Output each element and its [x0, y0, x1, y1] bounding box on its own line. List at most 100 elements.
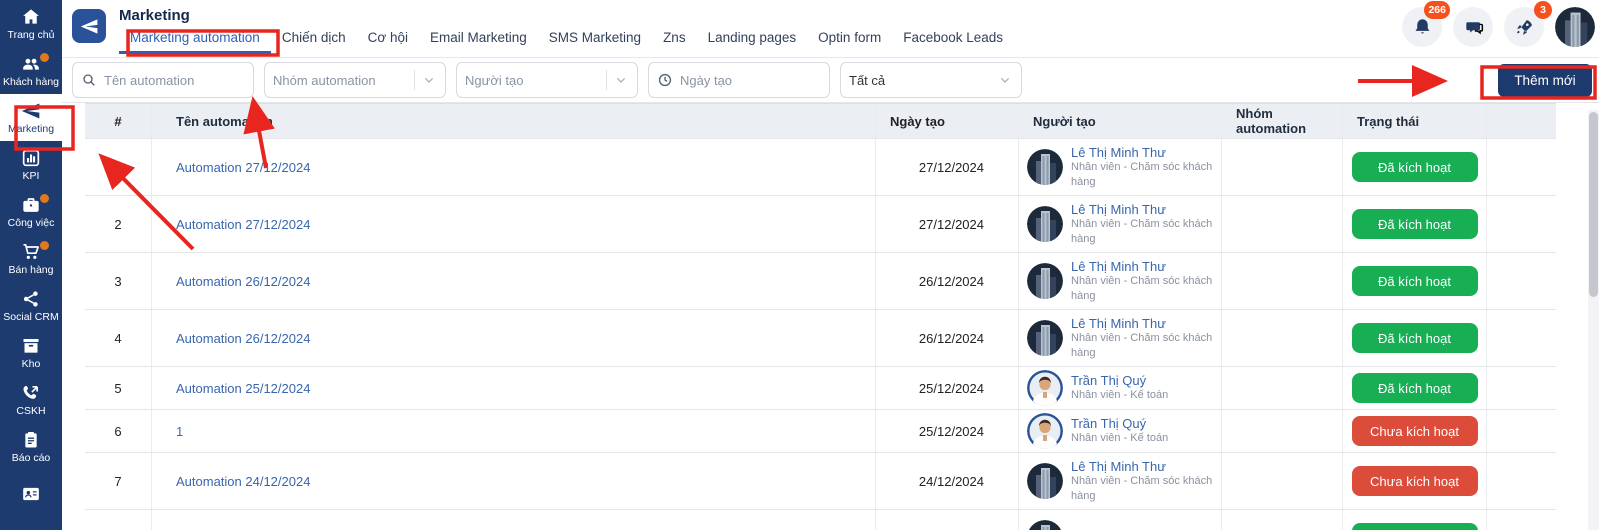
divider: [414, 70, 415, 90]
chat-icon: [1463, 17, 1484, 38]
sidebar-item-công-việc[interactable]: Công việc: [0, 188, 62, 235]
sidebar-item-kho[interactable]: Kho: [0, 329, 62, 376]
creator-name-link[interactable]: Trần Thị Quý: [1071, 373, 1168, 388]
divider: [606, 70, 607, 90]
automation-name-link[interactable]: Automation 26/12/2024: [176, 331, 310, 346]
user-avatar[interactable]: [1555, 7, 1595, 47]
created-date: 25/12/2024: [876, 367, 1019, 409]
sidebar-item-bán-hàng[interactable]: Bán hàng: [0, 235, 62, 282]
sidebar-item-marketing[interactable]: Marketing: [0, 94, 62, 141]
notification-dot: [40, 241, 49, 250]
automation-name-link[interactable]: 1: [176, 424, 183, 439]
creator-name-link[interactable]: Lê Thị Minh Thư: [1071, 316, 1216, 331]
id-card-icon: [21, 484, 41, 504]
creator-role: Nhân viên - Chăm sóc khách hàng: [1071, 474, 1216, 503]
row-number: 6: [85, 410, 152, 452]
badge-count: 266: [1424, 1, 1450, 19]
creator-avatar: [1027, 206, 1063, 242]
column-header: Trạng thái: [1343, 104, 1487, 138]
creator-name-link[interactable]: Lê Thị Minh Thư: [1071, 202, 1216, 217]
status-toggle-button[interactable]: Chưa kích hoạt: [1352, 466, 1478, 496]
dropdown-nhóm-automation[interactable]: Nhóm automation: [264, 62, 446, 98]
table-row: 3Automation 26/12/202426/12/2024Lê Thị M…: [85, 252, 1556, 309]
sidebar-item-label: Social CRM: [3, 312, 58, 323]
status-toggle-button[interactable]: Đã kích hoạt: [1352, 152, 1478, 182]
status-toggle-button[interactable]: Đã kích hoạt: [1352, 523, 1478, 530]
building-avatar: [1027, 206, 1063, 242]
creator-role: Nhân viên - Chăm sóc khách hàng: [1071, 217, 1216, 246]
sidebar-item-báo-cáo[interactable]: Báo cáo: [0, 423, 62, 470]
creator-avatar: [1027, 413, 1063, 449]
row-trailing-cell: [1487, 253, 1556, 309]
sidebar-item-more[interactable]: [0, 470, 62, 517]
creator-name-link[interactable]: Lê Thị Minh Thư: [1071, 459, 1216, 474]
creator-name-link[interactable]: Trần Thị Quý: [1071, 416, 1168, 431]
column-header: Người tạo: [1019, 104, 1222, 138]
column-header: Tên automation: [152, 104, 876, 138]
status-toggle-button[interactable]: Đã kích hoạt: [1352, 266, 1478, 296]
sidebar-item-trang-chủ[interactable]: Trang chủ: [0, 0, 62, 47]
created-date: [876, 510, 1019, 530]
status-toggle-button[interactable]: Đã kích hoạt: [1352, 373, 1478, 403]
bell-button[interactable]: 266: [1402, 7, 1442, 47]
table-body: 1Automation 27/12/202427/12/2024Lê Thị M…: [85, 138, 1556, 530]
automation-name-link[interactable]: Automation 24/12/2024: [176, 474, 310, 489]
add-new-button[interactable]: Thêm mới: [1498, 64, 1592, 97]
vertical-scrollbar[interactable]: [1588, 110, 1599, 530]
status-toggle-button[interactable]: Đã kích hoạt: [1352, 209, 1478, 239]
tab-chiến-dịch[interactable]: Chiến dịch: [271, 28, 357, 54]
dropdown-status-all[interactable]: Tất cả: [840, 62, 1022, 98]
date-placeholder: Ngày tạo: [680, 73, 821, 88]
search-input[interactable]: [104, 73, 245, 88]
table-row: 7Automation 24/12/202424/12/2024Lê Thị M…: [85, 452, 1556, 509]
automation-name-link[interactable]: Automation 27/12/2024: [176, 160, 310, 175]
row-number: 5: [85, 367, 152, 409]
rocket-button[interactable]: 3: [1504, 7, 1544, 47]
row-number: 3: [85, 253, 152, 309]
tab-sms-marketing[interactable]: SMS Marketing: [538, 28, 652, 54]
tab-optin-form[interactable]: Optin form: [807, 28, 892, 54]
tab-email-marketing[interactable]: Email Marketing: [419, 28, 538, 54]
row-trailing-cell: [1487, 139, 1556, 195]
sidebar-item-cskh[interactable]: CSKH: [0, 376, 62, 423]
sidebar-item-kpi[interactable]: KPI: [0, 141, 62, 188]
briefcase-icon: [21, 195, 41, 215]
creator-name-link[interactable]: Lê Thị Minh Thư: [1071, 145, 1216, 160]
automation-name-link[interactable]: Automation 25/12/2024: [176, 381, 310, 396]
tab-facebook-leads[interactable]: Facebook Leads: [892, 28, 1014, 54]
creator-role: Nhân viên - Kế toán: [1071, 388, 1168, 402]
chat-button[interactable]: [1453, 7, 1493, 47]
automation-name-link[interactable]: Automation 26/12/2024: [176, 274, 310, 289]
row-trailing-cell: [1487, 367, 1556, 409]
filters: Nhóm automation Người tạo Ngày tạo Tất cả: [72, 62, 1022, 98]
column-header: Nhóm automation: [1222, 104, 1343, 138]
notification-dot: [40, 53, 49, 62]
tab-cơ-hội[interactable]: Cơ hội: [357, 28, 419, 54]
creator-name-link[interactable]: Lê Thị Minh Thư: [1071, 259, 1216, 274]
app-logo[interactable]: [72, 9, 106, 43]
automation-group-cell: [1222, 453, 1343, 509]
top-bar: Marketing Marketing automationChiến dịch…: [62, 0, 1599, 58]
tab-marketing-automation[interactable]: Marketing automation: [119, 28, 271, 54]
status-toggle-button[interactable]: Đã kích hoạt: [1352, 323, 1478, 353]
tab-zns[interactable]: Zns: [652, 28, 697, 54]
automation-group-cell: [1222, 510, 1343, 530]
status-toggle-button[interactable]: Chưa kích hoạt: [1352, 416, 1478, 446]
sidebar-item-label: Trang chủ: [8, 30, 55, 41]
creator-cell: Trần Thị QuýNhân viên - Kế toán: [1019, 410, 1222, 452]
sidebar-item-khách-hàng[interactable]: Khách hàng: [0, 47, 62, 94]
dropdown-người-tạo[interactable]: Người tạo: [456, 62, 638, 98]
creator-cell: Lê Thị Minh ThưNhân viên - Chăm sóc khác…: [1019, 196, 1222, 252]
automation-name-link[interactable]: Automation 27/12/2024: [176, 217, 310, 232]
automation-group-cell: [1222, 139, 1343, 195]
dropdown-placeholder: Người tạo: [465, 73, 602, 88]
creator-avatar: [1027, 520, 1063, 530]
scrollbar-thumb[interactable]: [1589, 112, 1598, 297]
sidebar-item-label: Báo cáo: [12, 453, 51, 464]
tab-landing-pages[interactable]: Landing pages: [697, 28, 808, 54]
rocket-icon: [1514, 17, 1535, 38]
clock-icon: [657, 72, 673, 88]
date-created-picker[interactable]: Ngày tạo: [648, 62, 830, 98]
sidebar-item-social-crm[interactable]: Social CRM: [0, 282, 62, 329]
search-automation-input[interactable]: [72, 62, 254, 98]
